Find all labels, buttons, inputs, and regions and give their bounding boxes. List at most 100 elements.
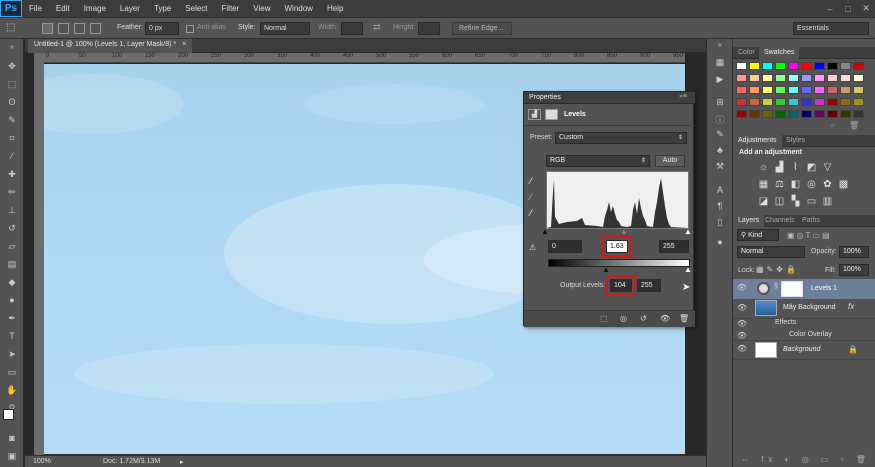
menu-type[interactable]: Type [147,4,178,13]
preset-select[interactable]: Custom ⇕ [555,132,687,144]
swatch[interactable] [827,86,838,94]
swatch[interactable] [749,74,760,82]
swatch[interactable] [749,110,760,118]
ruler-origin[interactable] [34,53,44,63]
output-white-slider-handle[interactable]: ▲ [684,265,692,274]
ruler-left[interactable] [34,63,44,455]
feather-input[interactable]: 0 px [145,22,179,35]
photo-filter-icon[interactable]: ◎ [805,178,818,191]
intersect-selection-icon[interactable] [90,23,101,34]
layer-name[interactable]: Levels 1 [811,285,837,292]
tab-swatches[interactable]: Swatches [759,47,800,59]
swatch[interactable] [775,110,786,118]
collapse-panels-icon[interactable]: « [713,42,727,55]
input-gamma-slider-handle[interactable]: ▲ [620,227,628,236]
channel-select[interactable]: RGB ⇕ [546,155,650,167]
layer-row-levels-selected[interactable] [733,279,875,299]
menu-file[interactable]: File [22,4,49,13]
healing-tool-icon[interactable]: ✚ [4,167,20,181]
channel-mixer-icon[interactable]: ✿ [821,178,834,191]
fx-badge[interactable]: fx [848,302,854,311]
height-input[interactable] [418,22,440,35]
status-menu-arrow-icon[interactable]: ▸ [180,458,184,466]
layer-footer-icons[interactable]: ⇔ fx ◐ ◎ ▭ ▫ 🗑 [741,455,871,464]
swatch[interactable] [801,110,812,118]
swatch[interactable] [775,98,786,106]
swatch[interactable] [801,86,812,94]
swatch[interactable] [762,62,773,70]
menu-image[interactable]: Image [77,4,113,13]
hue-saturation-icon[interactable]: ▦ [757,178,770,191]
input-black-field[interactable]: 0 [548,240,582,253]
eraser-tool-icon[interactable]: ▱ [4,239,20,253]
eyedropper-tool-icon[interactable]: ⁄ [4,149,20,163]
layer-filter-select[interactable]: ⚲ Kind [737,229,779,241]
workspace-select[interactable]: Essentials [793,22,869,35]
levels-icon[interactable]: ▟ [528,109,541,120]
brightness-icon[interactable]: ☼ [757,161,770,174]
swatch[interactable] [788,98,799,106]
lock-icons[interactable]: ▦✎✥🔒 [756,265,799,274]
menu-help[interactable]: Help [320,4,350,13]
play-icon[interactable]: ▶ [713,74,727,87]
subtract-selection-icon[interactable] [74,23,85,34]
color-lookup-icon[interactable]: ▩ [837,178,850,191]
swatch[interactable] [762,110,773,118]
layer-name[interactable]: Background [783,346,820,353]
color-overlay-label[interactable]: Color Overlay [789,331,832,338]
tool-presets-icon[interactable]: ⚒ [713,161,727,174]
brush-tool-icon[interactable]: ✏ [4,185,20,199]
menu-layer[interactable]: Layer [113,4,147,13]
swatch[interactable] [736,62,747,70]
swatch[interactable] [736,110,747,118]
properties-header[interactable]: Properties »≡ [524,92,695,104]
menu-filter[interactable]: Filter [215,4,247,13]
menu-window[interactable]: Window [278,4,320,13]
swatch[interactable] [788,74,799,82]
output-white-field[interactable]: 255 [637,279,661,292]
lasso-tool-icon[interactable]: ʘ [4,95,20,109]
tab-adjustments[interactable]: Adjustments [733,135,782,147]
threshold-icon[interactable]: ▚ [789,195,802,208]
layer-mask-thumbnail[interactable] [781,281,803,297]
history-brush-icon[interactable]: ↺ [4,221,20,235]
mask-icon[interactable] [545,109,558,120]
blur-tool-icon[interactable]: ◆ [4,275,20,289]
maximize-button[interactable]: □ [840,0,856,17]
layer-name[interactable]: Mây Background [783,304,836,311]
info-panel-icon[interactable]: ⓘ [713,113,727,126]
tab-paths[interactable]: Paths [797,215,825,227]
delete-swatch-icon[interactable]: 🗑 [849,121,859,130]
swatch[interactable] [840,98,851,106]
swatch[interactable] [788,86,799,94]
tab-styles[interactable]: Styles [781,135,810,147]
opacity-input[interactable]: 100% [839,246,869,258]
ruler-top[interactable]: 0 50 100 150 200 250 300 350 400 450 500 550 600 650 7… [44,53,685,63]
posterize-icon[interactable]: ◫ [773,195,786,208]
clone-source-icon[interactable]: ♣ [713,145,727,158]
visibility-eye-icon[interactable]: 👁 [736,303,748,315]
swatch[interactable] [827,62,838,70]
style-select[interactable]: Normal [260,22,310,35]
clipping-warning-icon[interactable]: ⚠ [529,243,536,252]
swatch[interactable] [814,98,825,106]
curves-icon[interactable]: ⌇ [789,161,802,174]
brush-panel-icon[interactable]: ✎ [713,129,727,142]
swatch[interactable] [840,62,851,70]
marquee-tool-icon[interactable]: ⬚ [4,77,20,91]
input-white-field[interactable]: 255 [659,240,689,253]
swatch[interactable] [853,110,864,118]
swatch[interactable] [788,110,799,118]
black-white-icon[interactable]: ◧ [789,178,802,191]
refine-edge-button[interactable]: Refine Edge... [452,22,512,35]
antialias-checkbox[interactable] [186,25,194,33]
view-previous-icon[interactable]: ◎ [620,314,627,323]
tab-channels[interactable]: Channels [760,215,800,227]
close-window-button[interactable]: ✕ [858,0,874,17]
swatch[interactable] [853,62,864,70]
selective-color-icon[interactable]: ▥ [821,195,834,208]
gradient-tool-icon[interactable]: ▤ [4,257,20,271]
shape-tool-icon[interactable]: ▭ [4,365,20,379]
swatch[interactable] [853,98,864,106]
stamp-tool-icon[interactable]: ⊥ [4,203,20,217]
